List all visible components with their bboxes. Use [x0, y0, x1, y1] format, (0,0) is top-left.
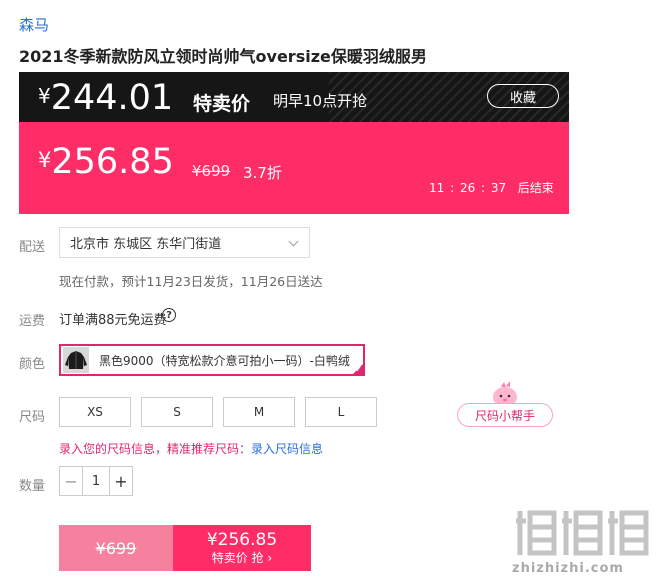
shipping-label: 运费: [19, 314, 46, 329]
color-option-label: 黑色9000（特宽松款介意可拍小一码）-白鸭绒: [99, 353, 350, 368]
checkmark-icon: ✓: [355, 365, 362, 374]
size-info: 录入您的尺码信息，精准推荐尺码：录入尺码信息: [59, 440, 323, 457]
jacket-thumbnail-icon: [63, 347, 89, 373]
shipping-text: 订单满88元免运费: [59, 313, 167, 328]
buy-original-price: ¥699: [59, 525, 173, 571]
size-info-link[interactable]: 录入尺码信息: [251, 442, 323, 456]
buy-action-label: 特卖价 抢 ›: [211, 551, 273, 565]
minus-button[interactable]: −: [60, 467, 82, 495]
size-option-s[interactable]: S: [141, 397, 213, 427]
delivery-label: 配送: [19, 240, 46, 255]
buy-button[interactable]: ¥256.85 特卖价 抢 ›: [173, 525, 311, 571]
quantity-stepper: − 1 +: [59, 466, 133, 496]
promo-label: 特卖价: [193, 93, 251, 115]
address-value: 北京市 东城区 东华门街道: [70, 237, 222, 252]
watermark-text: zhizhizhi.com: [512, 561, 624, 576]
price-bar: ¥256.85 ¥699 3.7折 11 : 26 : 37 后结束: [19, 122, 569, 214]
size-option-xs[interactable]: XS: [59, 397, 131, 427]
size-info-text: 录入您的尺码信息，精准推荐尺码：: [59, 442, 252, 456]
color-label: 颜色: [19, 357, 46, 372]
size-option-m[interactable]: M: [223, 397, 295, 427]
product-title: 2021冬季新款防风立领时尚帅气oversize保暖羽绒服男: [19, 47, 427, 66]
discount-badge: 3.7折: [243, 164, 282, 182]
quantity-label: 数量: [19, 479, 46, 494]
countdown-time: 11 : 26 : 37: [429, 181, 507, 195]
promo-price-value: 244.01: [50, 78, 174, 118]
current-price: ¥256.85: [38, 142, 174, 182]
promo-banner: ¥244.01 特卖价 明早10点开抢 收藏: [19, 72, 569, 122]
delivery-info: 现在付款，预计11月23日发货，11月26日送达: [59, 274, 323, 289]
size-helper-button[interactable]: 尺码小帮手: [457, 403, 553, 427]
plus-button[interactable]: +: [110, 467, 132, 495]
promo-currency: ¥: [38, 84, 51, 108]
size-option-l[interactable]: L: [305, 397, 377, 427]
buy-price: ¥256.85: [206, 530, 278, 550]
promo-start-time: 明早10点开抢: [273, 92, 368, 110]
current-price-value: 256.85: [51, 142, 174, 182]
original-price: ¥699: [192, 162, 231, 180]
price-currency: ¥: [38, 148, 52, 172]
countdown-suffix: 后结束: [517, 181, 554, 195]
watermark-logo-icon: [514, 503, 654, 563]
brand-name[interactable]: 森马: [19, 14, 49, 35]
size-label: 尺码: [19, 410, 46, 425]
help-question-icon[interactable]: ?: [162, 308, 176, 322]
chevron-down-icon: [288, 236, 299, 247]
color-option-selected[interactable]: 黑色9000（特宽松款介意可拍小一码）-白鸭绒 ✓: [59, 344, 365, 376]
favorite-button[interactable]: 收藏: [487, 84, 559, 108]
address-select[interactable]: 北京市 东城区 东华门街道: [59, 227, 310, 258]
promo-price: ¥244.01: [38, 78, 173, 118]
countdown: 11 : 26 : 37 后结束: [429, 179, 554, 196]
quantity-value[interactable]: 1: [82, 467, 110, 495]
